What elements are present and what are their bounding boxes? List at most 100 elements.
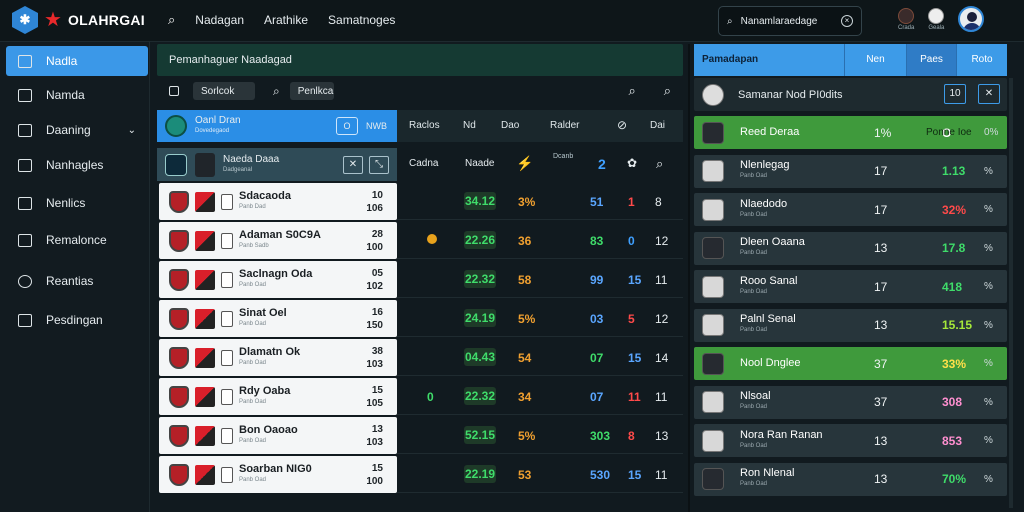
nav-link-3[interactable]: Samatnoges	[328, 13, 395, 27]
ranking-row[interactable]: Ron Nlenal Panb Oad 13 70% %	[694, 462, 1007, 496]
badge-icon	[221, 271, 233, 288]
sort-select[interactable]: Sorlcok	[193, 82, 255, 100]
club-icon[interactable]: Geala	[928, 7, 944, 31]
sidebar-item-6[interactable]: Remalonce	[6, 225, 148, 255]
team-card[interactable]: Bon Oaoao Panb Oad 13 103	[159, 417, 397, 454]
header-mode-label[interactable]: NWB	[366, 121, 387, 131]
col-header-5[interactable]: Dai	[650, 120, 665, 131]
pct-value: 5%	[518, 429, 536, 443]
right-subheader: Samanar Nod PI0dits 10 ✕	[694, 78, 1007, 111]
ranking-suffix: %	[984, 473, 993, 485]
table-row[interactable]: Saclnagn Oda Panb Oad 05 102 22.32 58 99 1…	[157, 261, 683, 298]
right-tab-1[interactable]: Pamadapan	[702, 44, 758, 76]
right-tab-2[interactable]: Nen	[844, 44, 906, 76]
nav-link-2[interactable]: Arathike	[264, 13, 308, 27]
team-card[interactable]: Soarban NIG0 Panb Oad 15 100	[159, 456, 397, 493]
ranking-row[interactable]: Nool Dnglee 37 33% %	[694, 347, 1007, 380]
score-pill: 24.19	[464, 309, 496, 327]
col-header-1[interactable]: Raclos	[409, 120, 440, 131]
selected-team-row[interactable]: Naeda Daaa Dadgeanal ✕ ⤡	[157, 148, 397, 181]
team-stat-2: 100	[366, 241, 383, 253]
col-header-2[interactable]: Nd	[463, 120, 476, 131]
team-card[interactable]: Dlamatn Ok Panb Oad 38 103	[159, 339, 397, 376]
ranking-row[interactable]: Nlenlegag Panb Oad 17 1.13 %	[694, 154, 1007, 188]
right-tab-3[interactable]: Paes	[906, 44, 956, 76]
right-filter-button[interactable]: 10	[944, 84, 966, 104]
clear-icon[interactable]: ×	[841, 15, 853, 27]
app-name: OLAHRGAI	[67, 12, 145, 28]
search-input[interactable]: ⌕ Nanamlaraedage ×	[718, 6, 862, 36]
header-toggle-button[interactable]: O	[336, 117, 358, 135]
table-row[interactable]: Dlamatn Ok Panb Oad 38 103 04.43 54 07 15 …	[157, 339, 683, 376]
link-icon[interactable]: ⊘	[617, 118, 627, 132]
team-card[interactable]: Rdy Oaba Panb Oad 15 105	[159, 378, 397, 415]
ranking-row[interactable]: Palnl Senal Panb Oad 13 15.15 %	[694, 308, 1007, 342]
nav-link-1[interactable]: Nadagan	[195, 13, 244, 27]
close-icon[interactable]: ✕	[978, 84, 1000, 104]
header-team[interactable]: Oanl Dran Dovedegaod O NWB	[157, 110, 397, 142]
ranking-row[interactable]: Rooo Sanal Panb Oad 17 418 %	[694, 270, 1007, 303]
col-header-4[interactable]: Ralder	[550, 120, 579, 131]
ranking-name: Nool Dnglee	[740, 357, 801, 369]
sidebar-item-1[interactable]: Nadla	[6, 46, 148, 76]
search-icon[interactable]: ⌕	[273, 84, 280, 99]
team-name: Rdy Oaba	[239, 384, 291, 397]
table-row[interactable]: Sinat Oel Panb Oad 16 150 24.19 5% 03 5 12	[157, 300, 683, 337]
scrollbar[interactable]	[1009, 78, 1013, 508]
search-icon[interactable]: ⌕	[656, 156, 663, 172]
expand-icon[interactable]: ⤡	[369, 155, 389, 174]
table-row[interactable]: Soarban NIG0 Panb Oad 15 100 22.19 53 530 …	[157, 456, 683, 493]
ranking-row[interactable]: Nora Ran Ranan Panb Oad 13 853 %	[694, 424, 1007, 457]
ranking-count: 13	[874, 318, 888, 332]
score-pill: 22.26	[464, 231, 496, 249]
team-card[interactable]: Saclnagn Oda Panb Oad 05 102	[159, 261, 397, 298]
right-tab-4[interactable]: Roto	[956, 44, 1007, 76]
table-row[interactable]: Sdacaoda Panb Dad 10 106 34.12 3% 51 1 8	[157, 183, 683, 220]
search-icon[interactable]: ⌕	[628, 83, 635, 99]
sidebar-item-7[interactable]: Reantias	[6, 266, 148, 296]
table-row[interactable]: Adaman S0C9A Panb Sadb 28 100 22.26 36 83 …	[157, 222, 683, 259]
ranking-row[interactable]: Reed Deraa 1% O Ponne Ioe 0%	[694, 116, 1007, 149]
sidebar-item-label: Nanhagles	[46, 158, 104, 172]
search-icon[interactable]: ⌕	[664, 83, 671, 99]
sidebar-item-label: Nadla	[46, 54, 78, 68]
team-icon[interactable]: Crada	[898, 7, 914, 31]
flag-icon	[195, 308, 215, 329]
right-panel: Pamadapan Nen Paes Roto Samanar Nod PI0d…	[694, 44, 1008, 512]
checkbox-icon[interactable]	[169, 86, 179, 96]
badge-icon	[221, 349, 233, 366]
ranking-name: Nlaedodo	[740, 197, 788, 210]
team-card[interactable]: Sdacaoda Panb Dad 10 106	[159, 183, 397, 220]
ranking-sub: Panb Oad	[740, 404, 768, 410]
ranking-sub: Panb Oad	[740, 288, 768, 295]
team-card[interactable]: Sinat Oel Panb Oad 16 150	[159, 300, 397, 337]
close-icon[interactable]: ✕	[343, 155, 363, 174]
avatar[interactable]	[958, 6, 985, 32]
ranking-value: 15.15	[942, 318, 973, 332]
table-row[interactable]: Rdy Oaba Panb Oad 15 105 0 22.32 34 07 11 …	[157, 378, 683, 415]
table-row[interactable]: Bon Oaoao Panb Oad 13 103 52.15 5% 303 8 1…	[157, 417, 683, 454]
row-divider	[397, 492, 683, 493]
brand[interactable]: ✱ ★ OLAHRGAI	[12, 6, 145, 34]
filter-row: Sorlcok ⌕ Penlkca ⌕ ⌕	[157, 80, 683, 102]
team-card[interactable]: Adaman S0C9A Panb Sadb 28 100	[159, 222, 397, 259]
score-pill: 04.43	[464, 348, 496, 366]
check-icon	[18, 54, 32, 68]
flag-icon	[195, 347, 215, 368]
ranking-row[interactable]: Dleen Oaana Panb Oad 13 17.8 %	[694, 231, 1007, 265]
sidebar-item-5[interactable]: Nenlics	[6, 188, 148, 218]
stat-value-3: 13	[655, 429, 669, 443]
ranking-row[interactable]: Nlaedodo Panb Oad 17 32% %	[694, 193, 1007, 226]
sidebar-item-3[interactable]: Daaning ⌄	[6, 115, 148, 145]
filter-tag[interactable]: Penlkca	[289, 82, 334, 100]
page-title: Pemanhaguer Naadagad	[169, 54, 292, 66]
settings-icon[interactable]: ✿	[627, 156, 637, 170]
col-header-3[interactable]: Dao	[501, 120, 519, 131]
sidebar-item-4[interactable]: Nanhagles	[6, 150, 148, 180]
zero-value: 0	[427, 390, 434, 404]
sidebar-item-2[interactable]: Namda	[6, 80, 148, 110]
ranking-row[interactable]: Nlsoal Panb Oad 37 308 %	[694, 385, 1007, 419]
sidebar-item-8[interactable]: Pesdingan	[6, 305, 148, 335]
row-divider	[397, 453, 683, 454]
search-icon[interactable]: ⌕	[168, 12, 175, 28]
